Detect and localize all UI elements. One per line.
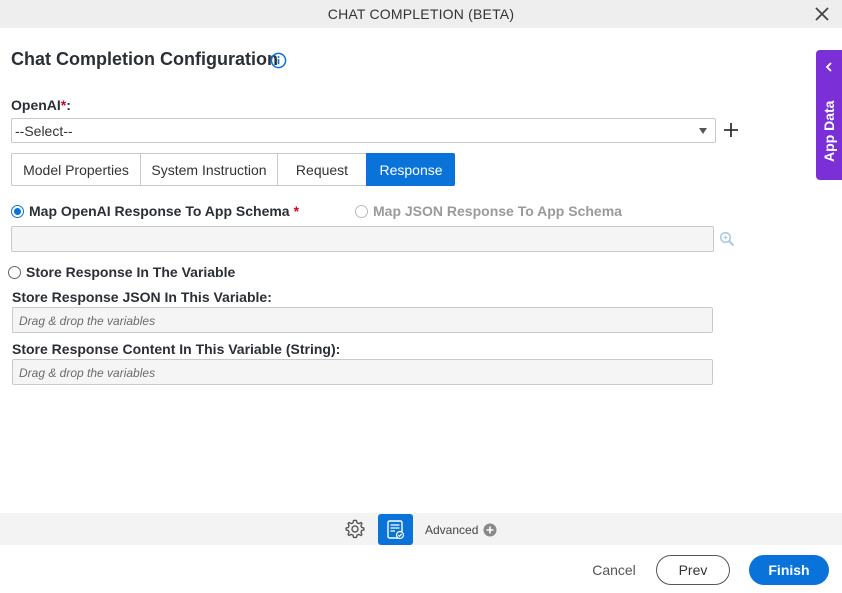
gear-icon[interactable] [344,518,366,540]
radio-unselected-icon [355,204,368,218]
map-openai-label: Map OpenAI Response To App Schema [29,203,290,219]
tab-system-instruction[interactable]: System Instruction [140,153,277,186]
config-tabs: Model Properties System Instruction Requ… [11,153,455,186]
json-variable-placeholder: Drag & drop the variables [19,314,156,328]
openai-select-value: --Select-- [15,123,73,139]
search-icon[interactable] [719,231,735,247]
cancel-button[interactable]: Cancel [585,558,643,582]
json-variable-label: Store Response JSON In This Variable: [12,289,272,305]
page-title: Chat Completion Configuration [11,49,278,69]
plus-circle-icon[interactable] [483,523,497,537]
store-variable-radio[interactable]: Store Response In The Variable [8,264,235,280]
form-validation-button[interactable] [378,514,413,545]
openai-label-text: OpenAI [11,97,61,113]
map-json-label: Map JSON Response To App Schema [373,203,622,219]
map-json-radio[interactable]: Map JSON Response To App Schema [355,203,622,219]
radio-selected-icon [11,204,24,218]
content-variable-placeholder: Drag & drop the variables [19,366,156,380]
checklist-icon [387,520,405,540]
add-openai-button[interactable] [723,122,739,138]
map-openai-radio[interactable]: Map OpenAI Response To App Schema * [11,203,299,219]
chevron-left-icon [825,62,832,72]
chevron-down-icon [699,128,707,134]
tab-model-properties[interactable]: Model Properties [11,153,140,186]
app-schema-field[interactable] [11,226,714,252]
required-marker: * [293,203,300,219]
app-data-label: App Data [821,100,837,162]
radio-unselected-icon [8,265,21,279]
tab-response[interactable]: Response [366,153,455,186]
title-bar: CHAT COMPLETION (BETA) [0,0,842,28]
tab-request[interactable]: Request [277,153,366,186]
content-variable-label: Store Response Content In This Variable … [12,341,341,357]
content-variable-dropzone[interactable]: Drag & drop the variables [12,359,713,385]
close-icon[interactable] [812,4,832,24]
window-title: CHAT COMPLETION (BETA) [327,6,515,22]
openai-label-suffix: : [66,97,71,113]
bottom-toolbar [0,513,842,545]
advanced-link[interactable]: Advanced [425,523,478,537]
openai-label: OpenAI*: [11,97,71,113]
store-variable-label: Store Response In The Variable [26,264,236,280]
json-variable-dropzone[interactable]: Drag & drop the variables [12,307,713,333]
app-data-panel-toggle[interactable]: App Data [816,50,842,180]
finish-button[interactable]: Finish [749,555,829,585]
prev-button[interactable]: Prev [656,555,730,585]
info-icon[interactable] [270,52,287,69]
openai-select[interactable]: --Select-- [11,118,716,143]
